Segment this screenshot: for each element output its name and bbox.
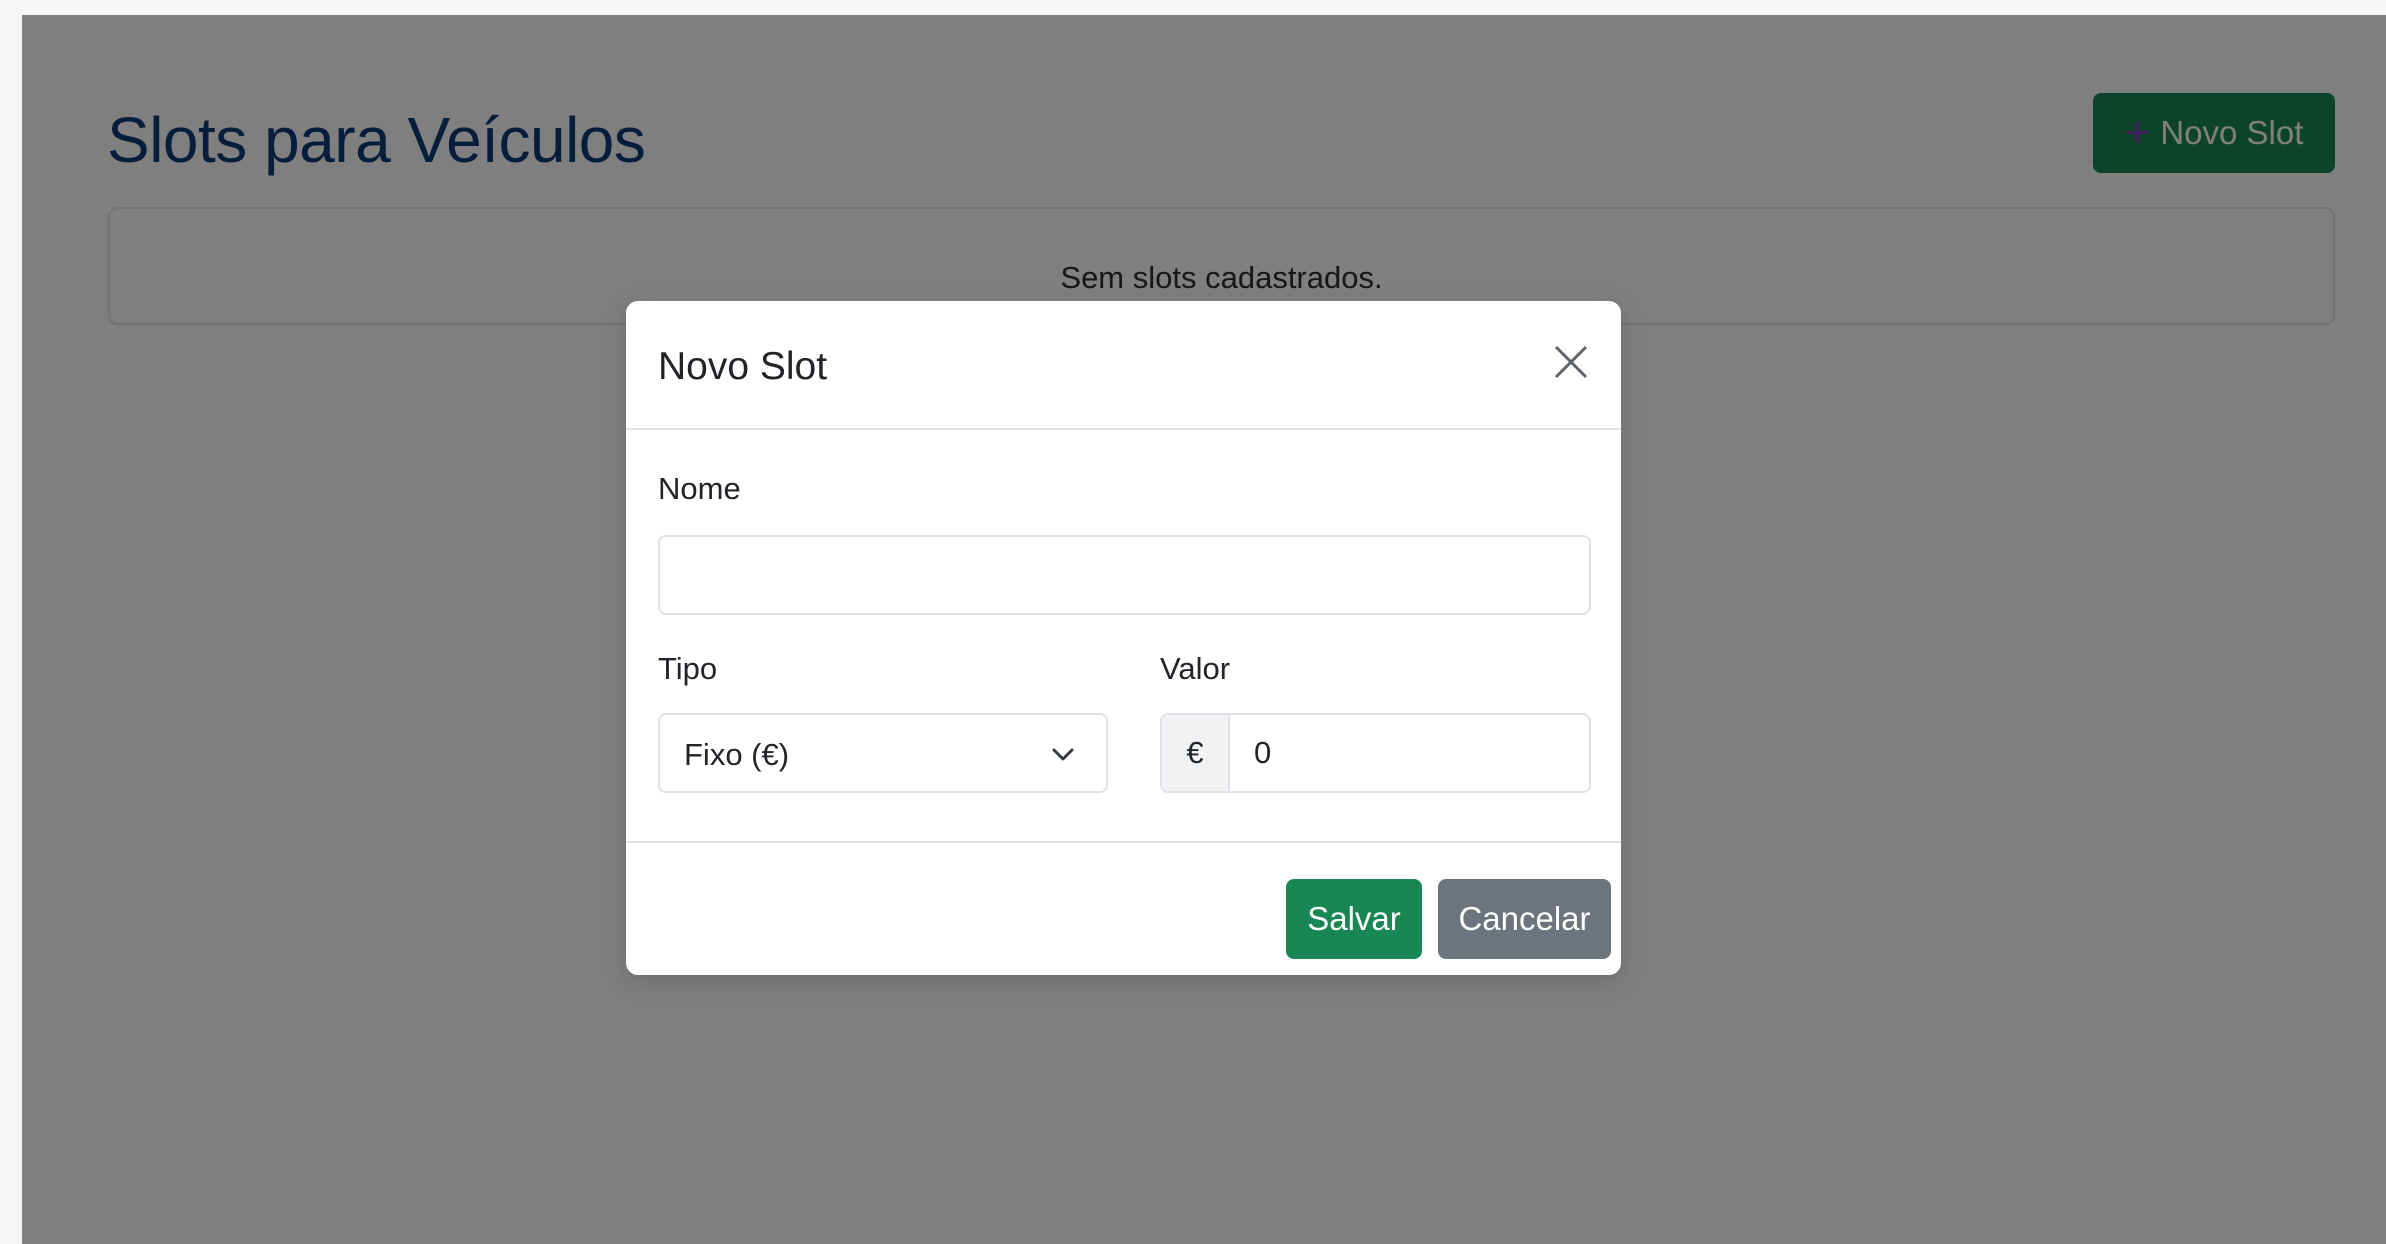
modal-title: Novo Slot bbox=[658, 345, 828, 388]
window-top-edge bbox=[0, 0, 2386, 15]
nome-input[interactable] bbox=[658, 535, 1591, 615]
valor-label: Valor bbox=[1160, 651, 1231, 686]
modal-footer: Salvar Cancelar bbox=[626, 841, 1621, 975]
window-left-edge bbox=[0, 0, 22, 1244]
new-slot-modal: Novo Slot Nome Tipo Fixo (€) Valor € Sal… bbox=[626, 301, 1621, 975]
save-button[interactable]: Salvar bbox=[1286, 879, 1422, 959]
modal-header: Novo Slot bbox=[626, 301, 1621, 430]
tipo-selected-value: Fixo (€) bbox=[684, 737, 790, 772]
close-icon bbox=[1554, 345, 1588, 379]
valor-input-group: € bbox=[1160, 713, 1591, 793]
cancel-button[interactable]: Cancelar bbox=[1438, 879, 1611, 959]
close-button[interactable] bbox=[1550, 341, 1592, 383]
page: Slots para Veículos + Novo Slot Sem slot… bbox=[22, 15, 2386, 1244]
valor-input[interactable] bbox=[1230, 715, 1589, 791]
tipo-select[interactable]: Fixo (€) bbox=[658, 713, 1108, 793]
chevron-down-icon bbox=[1052, 748, 1074, 761]
currency-prefix: € bbox=[1162, 715, 1230, 791]
tipo-label: Tipo bbox=[658, 651, 718, 686]
nome-label: Nome bbox=[658, 471, 741, 506]
